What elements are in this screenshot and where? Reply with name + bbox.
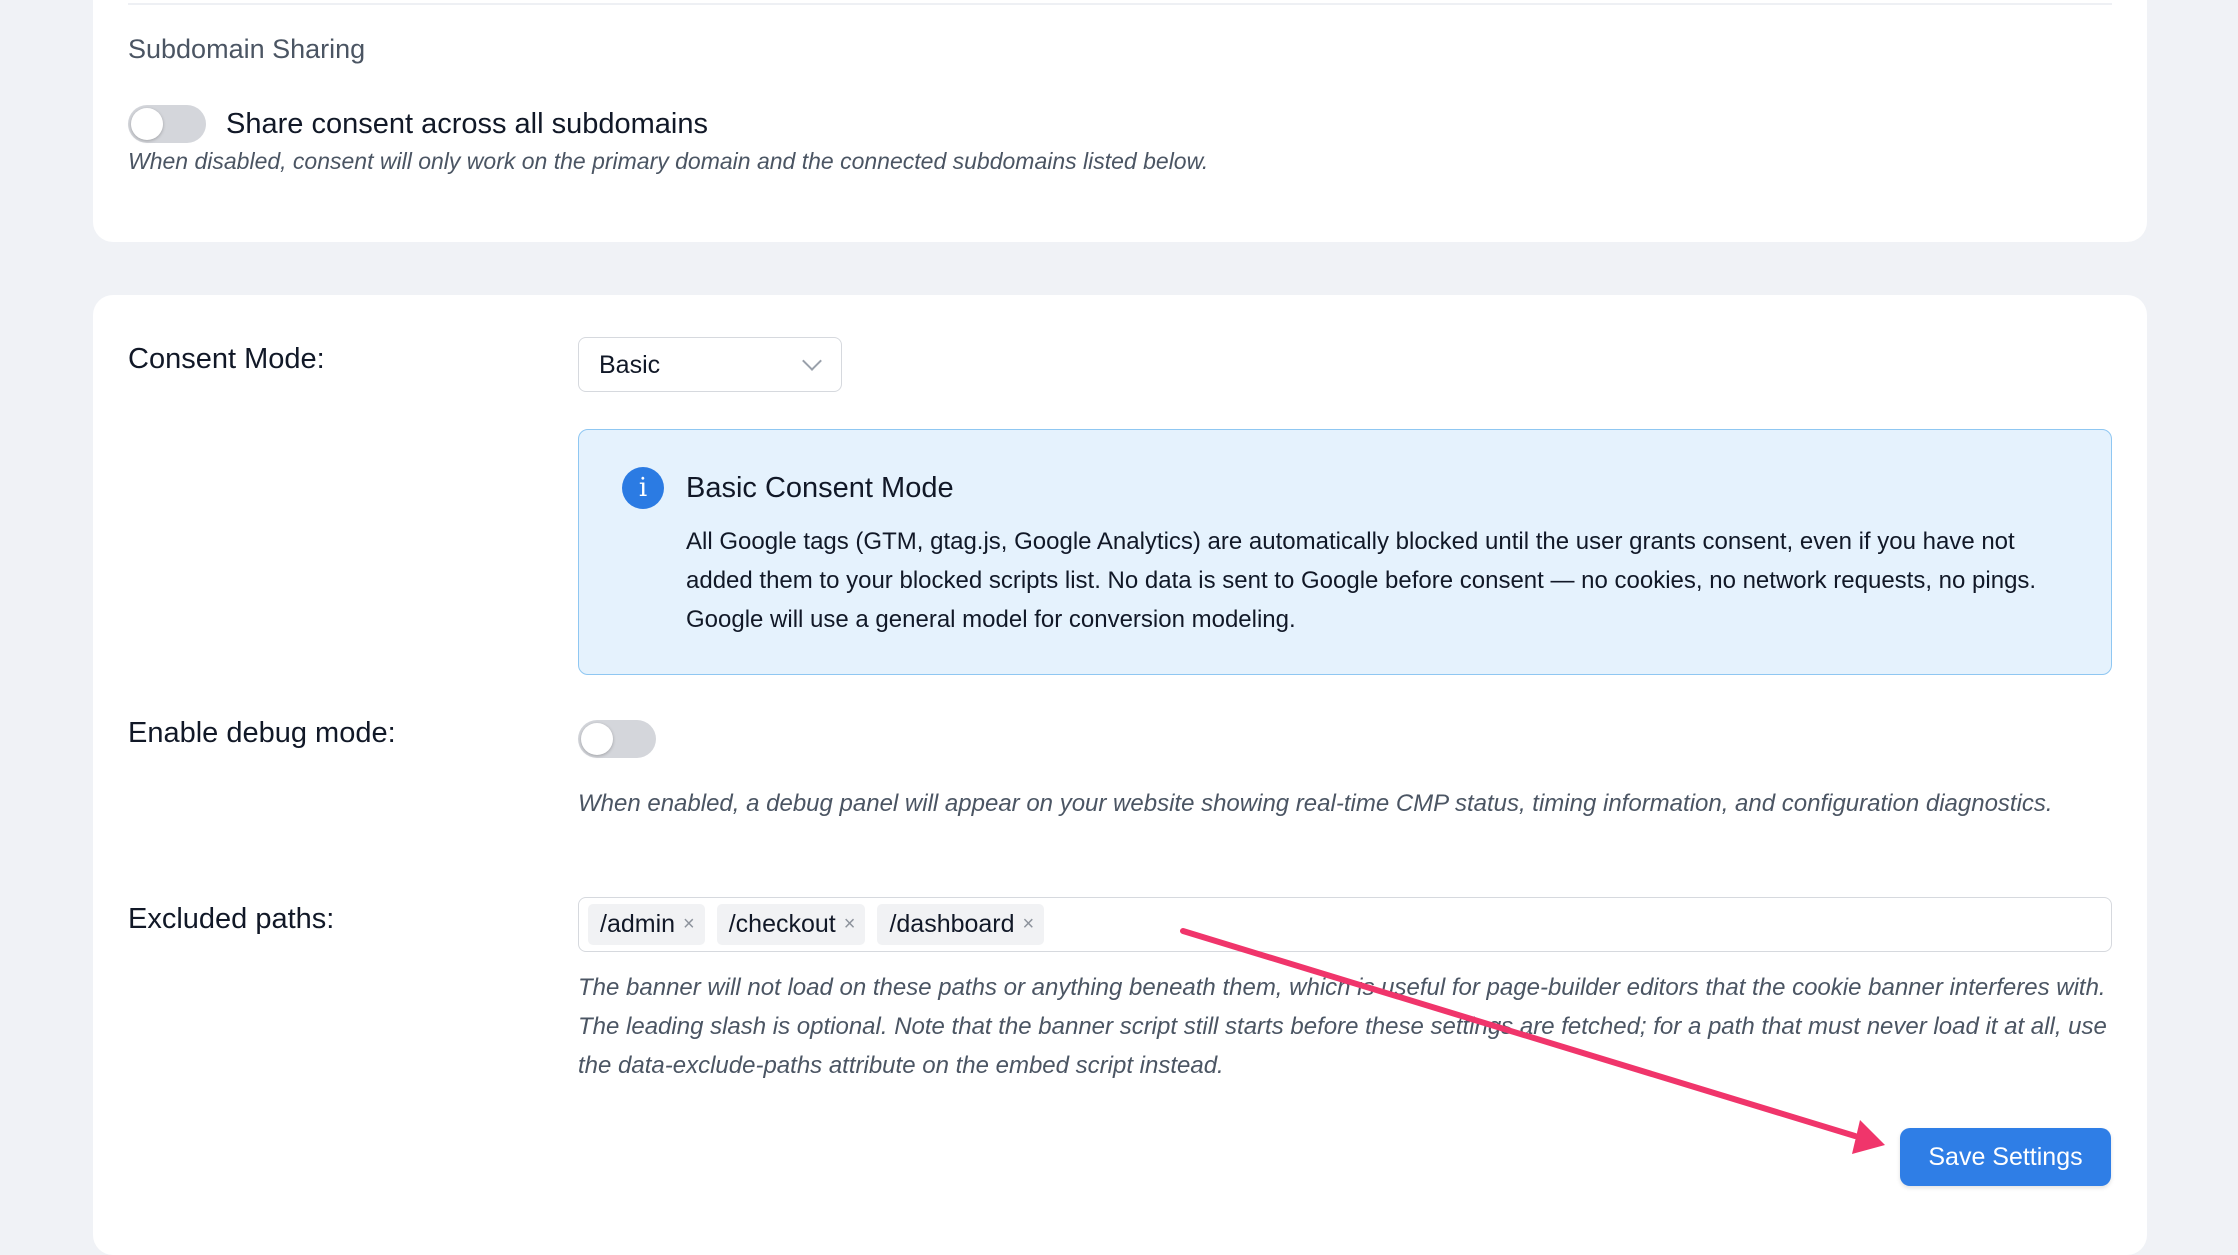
- subdomain-sharing-toggle[interactable]: [128, 105, 206, 143]
- tag-label: /dashboard: [889, 910, 1015, 938]
- toggle-knob: [581, 723, 613, 755]
- excluded-paths-label: Excluded paths:: [128, 903, 335, 935]
- excluded-paths-input[interactable]: /admin × /checkout × /dashboard ×: [578, 897, 2112, 952]
- path-tag: /dashboard ×: [877, 904, 1045, 945]
- path-tag: /admin ×: [588, 904, 705, 945]
- save-settings-button[interactable]: Save Settings: [1900, 1128, 2111, 1186]
- settings-card: Consent Mode: Basic i Basic Consent Mode…: [93, 295, 2147, 1255]
- path-tag: /checkout ×: [716, 904, 866, 945]
- consent-mode-label: Consent Mode:: [128, 343, 325, 375]
- close-icon[interactable]: ×: [683, 913, 695, 936]
- info-icon: i: [622, 467, 664, 509]
- close-icon[interactable]: ×: [1023, 913, 1035, 936]
- consent-mode-select[interactable]: Basic: [578, 337, 842, 392]
- toggle-knob: [131, 108, 163, 140]
- excluded-paths-help-text: The banner will not load on these paths …: [578, 974, 2107, 1079]
- info-body: All Google tags (GTM, gtag.js, Google An…: [686, 528, 2037, 633]
- basic-consent-mode-info: i Basic Consent Mode All Google tags (GT…: [578, 429, 2112, 675]
- tag-label: /admin: [600, 910, 676, 938]
- subdomain-toggle-label: Share consent across all subdomains: [226, 108, 708, 140]
- debug-mode-toggle[interactable]: [578, 720, 656, 758]
- section-title-subdomain-sharing: Subdomain Sharing: [128, 34, 366, 64]
- subdomain-help-text: When disabled, consent will only work on…: [128, 148, 1209, 174]
- info-title: Basic Consent Mode: [686, 472, 954, 504]
- debug-help-text: When enabled, a debug panel will appear …: [578, 790, 2053, 817]
- subdomain-card: Subdomain Sharing Share consent across a…: [93, 0, 2147, 242]
- chevron-down-icon: [802, 351, 822, 371]
- debug-mode-label: Enable debug mode:: [128, 717, 396, 749]
- tag-list: /admin × /checkout × /dashboard ×: [588, 904, 1045, 945]
- consent-mode-selected-value: Basic: [599, 351, 661, 379]
- tag-label: /checkout: [728, 910, 836, 938]
- divider: [128, 3, 2112, 5]
- close-icon[interactable]: ×: [844, 913, 856, 936]
